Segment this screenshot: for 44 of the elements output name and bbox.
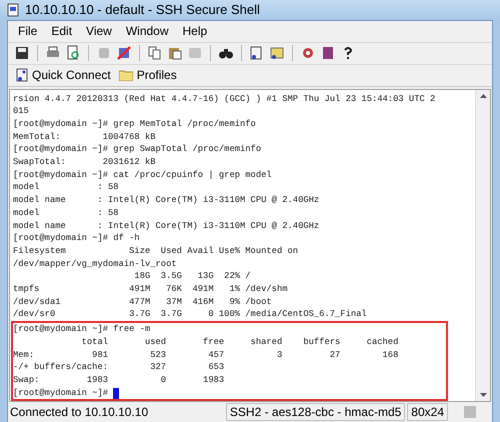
terminal-line: total used free shared buffers cached [80, 336, 398, 349]
terminal-line: /dev/sr0 3.7G 3.7G 0 100% /media/CentOS_6.7_Final [13, 308, 367, 322]
quick-connect-button[interactable]: Quick Connect [16, 66, 111, 84]
terminal-line: tmpfs 491M 76K 491M 1% /dev/shm [13, 283, 288, 296]
terminal-line: [root@mydomain ~]# [13, 386, 110, 400]
paste-icon[interactable] [167, 45, 183, 61]
menu-item[interactable]: Window [126, 25, 169, 37]
terminal-line: [root@mydomain ~]# grep SwapTotal /proc/meminfo [13, 143, 262, 156]
menu-item[interactable]: Help [182, 25, 208, 37]
terminal-line: /dev/mapper/vg_mydomain-lv_root [13, 258, 177, 270]
status-text: 80x24 [407, 403, 448, 422]
menu-item[interactable]: File [18, 25, 38, 37]
status-text: SSH2 - aes128-cbc - hmac-md5 [226, 403, 406, 422]
folder-icon [118, 69, 133, 81]
terminal-line: model : 58 [13, 206, 119, 220]
terminal-line: model : 58 [13, 181, 119, 194]
profiles-button[interactable]: Profiles [118, 66, 177, 84]
app-icon [6, 2, 20, 17]
status-text: Connected to 10.10.10.10 [10, 404, 150, 422]
save-icon[interactable] [14, 45, 30, 61]
terminal-line: 015 [13, 105, 29, 118]
terminal-line: [root@mydomain ~]# free -m [13, 323, 150, 336]
menu-item[interactable]: Edit [51, 25, 72, 37]
terminal-line: model name : Intel(R) Core(TM) i3-3110M CPU @ 2.40GHz [13, 194, 320, 207]
terminal-line: [root@mydomain ~]# cat /proc/cpuinfo | grep model [13, 168, 272, 182]
terminal-line: MemTotal: 1004768 kB [13, 130, 156, 144]
terminal-line: Swap: 1983 0 1983 [13, 374, 224, 387]
print-preview-icon[interactable] [65, 45, 81, 61]
terminal-line: model name : Intel(R) Core(TM) i3-3110M CPU @ 2.40GHz [13, 220, 320, 232]
scrollbar[interactable] [475, 90, 490, 402]
terminal-line: Filesystem Size Used Avail Use% Mounted on [13, 244, 298, 258]
terminal-line: [root@mydomain ~]# df -h [13, 232, 140, 245]
window-title: 10.10.10.10 - default - SSH Secure Shell [25, 1, 260, 19]
terminal-line: 18G 3.5G 13G 22% / [133, 270, 251, 284]
terminal-line: SwapTotal: 2031612 kB [13, 156, 156, 169]
connect-icon [16, 68, 28, 82]
terminal-line: rsion 4.4.7 20120313 (Red Hat 4.4.7-16) (GCC) ) #1 SMP Thu Jul 23 15:44:03 UTC 2 [13, 92, 436, 106]
disconnect-icon[interactable] [116, 45, 132, 61]
copy-icon[interactable] [147, 45, 163, 61]
terminal-line: /dev/sda1 477M 37M 416M 9% /boot [13, 296, 272, 308]
terminal-line: -/+ buffers/cache: 327 653 [13, 361, 224, 374]
menu-item[interactable]: View [86, 25, 112, 37]
terminal-line: Mem: 981 523 457 3 27 168 [13, 348, 398, 362]
terminal-line: [root@mydomain ~]# grep MemTotal /proc/meminfo [13, 118, 256, 131]
